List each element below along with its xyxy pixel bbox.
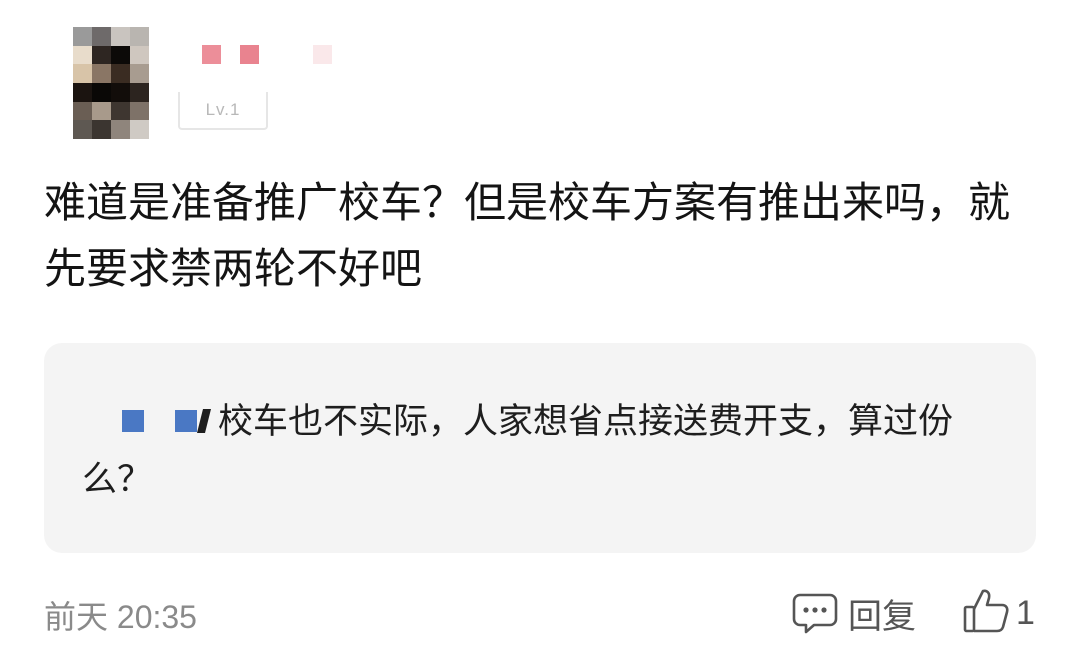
like-button[interactable]: 1 <box>962 586 1035 640</box>
quoted-reply[interactable]: 校车也不实际，人家想省点接送费开支，算过份么？ <box>44 343 1036 553</box>
comment-timestamp: 前天 20:35 <box>44 599 197 635</box>
reply-button[interactable]: 回复 <box>792 588 916 638</box>
quoted-username[interactable] <box>82 405 214 435</box>
thumbs-up-icon <box>962 587 1012 639</box>
level-badge: Lv.1 <box>178 92 268 130</box>
comment-text: 难道是准备推广校车？但是校车方案有推出来吗，就先要求禁两轮不好吧 <box>44 178 1011 293</box>
reply-label: 回复 <box>848 596 916 637</box>
comment-bubble-icon <box>792 591 838 635</box>
level-label: Lv.1 <box>205 100 241 119</box>
avatar[interactable] <box>73 27 149 139</box>
username[interactable] <box>200 45 340 65</box>
like-count: 1 <box>1016 593 1035 632</box>
